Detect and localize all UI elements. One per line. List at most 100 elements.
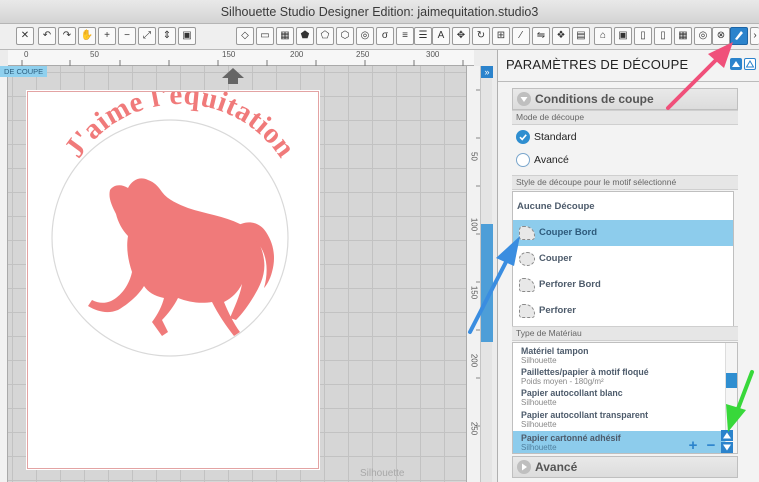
ruler-right-label: 150 <box>469 285 479 300</box>
scroll-up-arrow-stem <box>228 78 238 84</box>
trace-icon[interactable]: ▤ <box>572 27 590 45</box>
document-tab[interactable]: DE COUPE <box>0 66 48 77</box>
conditions-header-label: Conditions de coupe <box>535 92 654 106</box>
panel-collapse-icon[interactable]: » <box>481 66 493 78</box>
material-item[interactable]: Papier autocollant blanc Silhouette <box>513 388 725 407</box>
advanced-header-label: Avancé <box>535 460 578 474</box>
fit-page-icon[interactable]: ▣ <box>178 27 196 45</box>
cut-settings-icon[interactable] <box>730 27 748 45</box>
send-icon[interactable]: › <box>750 27 759 45</box>
pan-icon[interactable]: ✋ <box>78 27 96 45</box>
vertical-scrollbar[interactable]: » <box>480 66 493 482</box>
style-perforate[interactable]: Perforer <box>513 298 733 324</box>
remove-material-button[interactable]: − <box>704 438 718 453</box>
mirror-icon[interactable]: ⇋ <box>532 27 550 45</box>
mode-label: Mode de découpe <box>512 110 738 125</box>
ruler-top-label: 50 <box>90 50 99 59</box>
conditions-section-header[interactable]: Conditions de coupe <box>512 88 738 110</box>
horse-silhouette <box>88 178 274 336</box>
ruler-top-label: 150 <box>222 50 236 59</box>
ruler-right-label: 200 <box>469 353 479 368</box>
radio-empty-icon <box>516 153 530 167</box>
ruler-right: 50 100 150 200 250 <box>466 66 481 482</box>
material-name: Matériel tampon <box>521 346 589 356</box>
shadow-icon[interactable]: ⬡ <box>336 27 354 45</box>
style-label: Style de découpe pour le motif sélection… <box>512 175 738 190</box>
cut-style-list: Aucune Découpe Couper Bord Couper Perfor… <box>512 191 734 329</box>
add-material-button[interactable]: + <box>686 438 700 453</box>
fill-icon[interactable]: ⬟ <box>296 27 314 45</box>
replicate-icon[interactable]: ❖ <box>552 27 570 45</box>
delete-icon[interactable]: ✕ <box>16 27 34 45</box>
panel-up-icon[interactable] <box>730 58 742 70</box>
panel-title: PARAMÈTRES DE DÉCOUPE <box>506 57 689 72</box>
design-artwork[interactable]: J'aime l'équitation <box>28 92 318 468</box>
transform-icon[interactable]: ⊗ <box>712 27 730 45</box>
panel-up-outline-icon[interactable] <box>744 58 756 70</box>
eraser-icon[interactable]: ◇ <box>236 27 254 45</box>
zoom-in-icon[interactable]: + <box>98 27 116 45</box>
material-sub: Silhouette <box>521 420 557 429</box>
zoom-out-icon[interactable]: − <box>118 27 136 45</box>
knife-icon[interactable]: ⁄ <box>512 27 530 45</box>
ruler-top-label: 250 <box>356 50 370 59</box>
style-label-text: Perforer <box>539 305 576 316</box>
pattern-icon[interactable]: ▦ <box>674 27 692 45</box>
panel-toggle-icon[interactable]: ◎ <box>694 27 712 45</box>
text-tool-icon[interactable]: A <box>432 27 450 45</box>
line-style-icon[interactable]: ⬠ <box>316 27 334 45</box>
scrollbar-thumb[interactable] <box>481 224 493 342</box>
scroll-up-arrow-icon[interactable] <box>222 68 244 78</box>
ruler-top-label: 300 <box>426 50 440 59</box>
stroke-icon[interactable]: σ <box>376 27 394 45</box>
tablet-icon[interactable]: ▯ <box>654 27 672 45</box>
move-icon[interactable]: ✥ <box>452 27 470 45</box>
zoom-select-icon[interactable]: ⤢ <box>138 27 156 45</box>
mode-advanced-radio[interactable]: Avancé <box>516 153 569 167</box>
material-sub: Silhouette <box>521 356 557 365</box>
mode-standard-radio[interactable]: Standard <box>516 130 577 144</box>
style-perforate-edge[interactable]: Perforer Bord <box>513 272 733 298</box>
material-scrollbar-thumb[interactable] <box>726 373 737 388</box>
material-name: Papier autocollant transparent <box>521 410 649 420</box>
align-icon[interactable]: ☰ <box>414 27 432 45</box>
perforate-icon <box>519 304 535 318</box>
material-label: Type de Matériau <box>512 326 738 341</box>
style-label-text: Perforer Bord <box>539 279 601 290</box>
toolbar: ✕ ↶ ↷ ✋ + − ⤢ ⇕ ▣ ◇ ▭ ▦ ⬟ ⬠ ⬡ ◎ σ ≡ ☰ A … <box>0 24 759 50</box>
advanced-section-header[interactable]: Avancé <box>512 456 738 478</box>
material-item[interactable]: Paillettes/papier à motif floqué Poids m… <box>513 367 725 386</box>
library-icon[interactable]: ⌂ <box>594 27 612 45</box>
page-icon[interactable]: ▭ <box>256 27 274 45</box>
style-cut[interactable]: Couper <box>513 246 733 272</box>
material-down-icon[interactable] <box>721 442 733 453</box>
mode-advanced-label: Avancé <box>534 153 569 166</box>
material-item[interactable]: Matériel tampon Silhouette <box>513 346 725 365</box>
material-name: Papier autocollant blanc <box>521 388 623 398</box>
design-text: J'aime l'équitation <box>58 92 301 164</box>
material-sub: Silhouette <box>521 398 557 407</box>
style-cut-edge[interactable]: Couper Bord <box>513 220 733 246</box>
store-icon[interactable]: ▣ <box>614 27 632 45</box>
material-name: Paillettes/papier à motif floqué <box>521 367 649 377</box>
expand-right-icon <box>517 460 531 474</box>
rotate-icon[interactable]: ↻ <box>472 27 490 45</box>
mode-standard-label: Standard <box>534 130 577 143</box>
style-no-cut[interactable]: Aucune Découpe <box>513 194 733 220</box>
material-list: Matériel tampon Silhouette Paillettes/pa… <box>512 342 738 454</box>
ruler-right-label: 50 <box>469 152 479 161</box>
ruler-right-label: 250 <box>469 421 479 436</box>
cut-settings-panel: PARAMÈTRES DE DÉCOUPE Conditions de coup… <box>497 50 759 482</box>
undo-icon[interactable]: ↶ <box>38 27 56 45</box>
ruler-right-label: 100 <box>469 217 479 232</box>
gradient-icon[interactable]: ◎ <box>356 27 374 45</box>
ruler-left <box>0 66 8 482</box>
phone-icon[interactable]: ▯ <box>634 27 652 45</box>
material-up-icon[interactable] <box>721 430 733 441</box>
material-item[interactable]: Papier autocollant transparent Silhouett… <box>513 410 725 429</box>
scale-icon[interactable]: ⊞ <box>492 27 510 45</box>
color-icon[interactable]: ≡ <box>396 27 414 45</box>
redo-icon[interactable]: ↷ <box>58 27 76 45</box>
grid-icon[interactable]: ▦ <box>276 27 294 45</box>
zoom-drag-icon[interactable]: ⇕ <box>158 27 176 45</box>
